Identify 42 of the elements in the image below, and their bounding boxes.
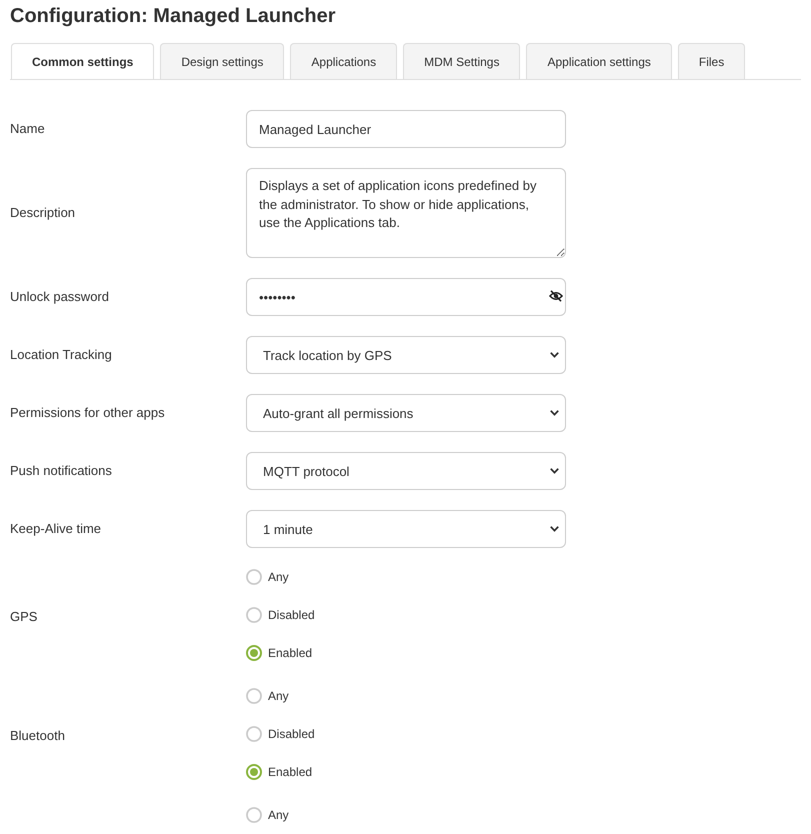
text-input[interactable]: Managed Launcher (246, 110, 566, 148)
tab[interactable]: Files (678, 43, 746, 79)
password-input[interactable]: •••••••• (246, 278, 566, 316)
radio-label[interactable]: Any (268, 570, 289, 584)
field-label: GPS (10, 609, 38, 625)
tab[interactable]: Application settings (526, 43, 672, 79)
select-dropdown[interactable]: 1 minute (246, 510, 566, 548)
radio-label[interactable]: Any (268, 689, 289, 703)
field-label: Name (10, 121, 45, 137)
tab[interactable]: Applications (290, 43, 398, 79)
radio-button[interactable] (246, 645, 262, 661)
radio-label[interactable]: Enabled (268, 646, 312, 660)
tab[interactable]: Design settings (160, 43, 284, 79)
page-title: Configuration: Managed Launcher (10, 4, 336, 28)
field-label: Unlock password (10, 289, 109, 305)
select-dropdown[interactable]: MQTT protocol (246, 452, 566, 490)
radio-label[interactable]: Disabled (268, 727, 315, 741)
eye-slash-icon[interactable] (549, 290, 563, 302)
radio-button[interactable] (246, 726, 262, 742)
radio-label[interactable]: Any (268, 808, 289, 822)
radio-label[interactable]: Enabled (268, 765, 312, 779)
field-label: Push notifications (10, 463, 112, 479)
tab[interactable]: Common settings (11, 43, 154, 79)
radio-button[interactable] (246, 688, 262, 704)
radio-label[interactable]: Disabled (268, 608, 315, 622)
field-label: Keep-Alive time (10, 521, 102, 537)
chevron-down-icon (550, 526, 559, 532)
radio-button[interactable] (246, 569, 262, 585)
tab[interactable]: MDM Settings (403, 43, 520, 79)
field-label: Description (10, 205, 76, 221)
field-label: Permissions for other apps (10, 405, 165, 421)
radio-button[interactable] (246, 607, 262, 623)
chevron-down-icon (550, 468, 559, 474)
textarea-field[interactable]: Displays a set of application icons predefined by the administrator. To show or hide applications, use the Applications tab. (246, 168, 566, 258)
radio-button[interactable] (246, 807, 262, 823)
select-dropdown[interactable]: Track location by GPS (246, 336, 566, 374)
chevron-down-icon (550, 410, 559, 416)
field-label: Bluetooth (10, 728, 65, 744)
chevron-down-icon (550, 352, 559, 358)
select-dropdown[interactable]: Auto-grant all permissions (246, 394, 566, 432)
field-label: Location Tracking (10, 347, 112, 363)
radio-button[interactable] (246, 764, 262, 780)
